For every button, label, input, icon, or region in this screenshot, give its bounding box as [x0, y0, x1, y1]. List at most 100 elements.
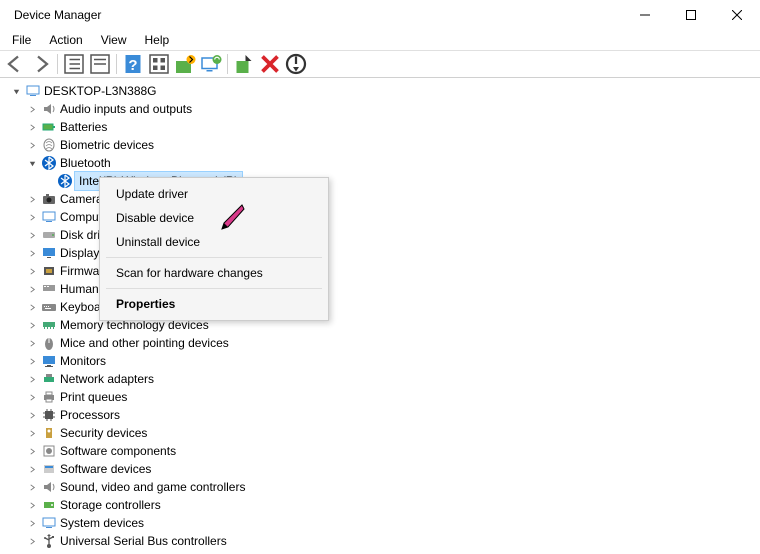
hid-icon	[40, 281, 58, 297]
chevron-right-icon[interactable]	[24, 447, 40, 456]
category-monitors[interactable]: Monitors	[2, 352, 758, 370]
memory-icon	[40, 317, 58, 333]
menu-help[interactable]: Help	[137, 31, 178, 49]
software-component-icon	[40, 443, 58, 459]
chevron-right-icon[interactable]	[24, 519, 40, 528]
forward-button[interactable]	[29, 52, 53, 76]
chevron-right-icon[interactable]	[24, 501, 40, 510]
category-biometric[interactable]: Biometric devices	[2, 136, 758, 154]
category-system[interactable]: System devices	[2, 514, 758, 532]
category-batteries[interactable]: Batteries	[2, 118, 758, 136]
chevron-right-icon[interactable]	[24, 213, 40, 222]
usb-icon	[40, 533, 58, 549]
chevron-right-icon[interactable]	[24, 231, 40, 240]
category-security[interactable]: Security devices	[2, 424, 758, 442]
enable-device-tb-button[interactable]	[232, 52, 256, 76]
category-software-devices[interactable]: Software devices	[2, 460, 758, 478]
storage-icon	[40, 497, 58, 513]
minimize-button[interactable]	[622, 0, 668, 30]
annotation-arrow-icon	[218, 203, 246, 234]
chevron-right-icon[interactable]	[24, 105, 40, 114]
chevron-right-icon[interactable]	[24, 465, 40, 474]
audio-icon	[40, 101, 58, 117]
scan-hardware-tb-button[interactable]	[199, 52, 223, 76]
chevron-right-icon[interactable]	[24, 267, 40, 276]
chevron-right-icon[interactable]	[24, 195, 40, 204]
menu-action[interactable]: Action	[41, 31, 90, 49]
node-label: Print queues	[58, 388, 129, 406]
maximize-button[interactable]	[668, 0, 714, 30]
computer-icon	[40, 209, 58, 225]
properties-tb-button[interactable]	[88, 52, 112, 76]
chevron-right-icon[interactable]	[24, 429, 40, 438]
category-software-components[interactable]: Software components	[2, 442, 758, 460]
chevron-down-icon[interactable]	[8, 87, 24, 96]
ctx-update-driver[interactable]: Update driver	[102, 182, 326, 206]
node-label: Batteries	[58, 118, 109, 136]
battery-icon	[40, 119, 58, 135]
chevron-right-icon[interactable]	[24, 375, 40, 384]
chevron-right-icon[interactable]	[24, 123, 40, 132]
bluetooth-icon	[40, 155, 58, 171]
chevron-right-icon[interactable]	[24, 303, 40, 312]
category-bluetooth[interactable]: Bluetooth	[2, 154, 758, 172]
svg-text:?: ?	[128, 57, 137, 74]
window-title: Device Manager	[14, 8, 101, 22]
category-audio[interactable]: Audio inputs and outputs	[2, 100, 758, 118]
chevron-right-icon[interactable]	[24, 141, 40, 150]
category-sound[interactable]: Sound, video and game controllers	[2, 478, 758, 496]
disable-tb-button[interactable]	[284, 52, 308, 76]
chevron-right-icon[interactable]	[24, 393, 40, 402]
node-label: Biometric devices	[58, 136, 156, 154]
category-storage[interactable]: Storage controllers	[2, 496, 758, 514]
sound-icon	[40, 479, 58, 495]
ctx-disable-device[interactable]: Disable device	[102, 206, 326, 230]
ctx-scan-hardware[interactable]: Scan for hardware changes	[102, 261, 326, 285]
keyboard-icon	[40, 299, 58, 315]
biometric-icon	[40, 137, 58, 153]
ctx-properties[interactable]: Properties	[102, 292, 326, 316]
node-label: Processors	[58, 406, 122, 424]
chevron-right-icon[interactable]	[24, 483, 40, 492]
menubar: File Action View Help	[0, 30, 760, 50]
printer-icon	[40, 389, 58, 405]
category-processors[interactable]: Processors	[2, 406, 758, 424]
category-printqueues[interactable]: Print queues	[2, 388, 758, 406]
chevron-right-icon[interactable]	[24, 411, 40, 420]
mouse-icon	[40, 335, 58, 351]
ctx-separator	[106, 257, 322, 258]
computer-icon	[24, 83, 42, 99]
menu-file[interactable]: File	[4, 31, 39, 49]
view-tb-button[interactable]	[147, 52, 171, 76]
help-tb-button[interactable]: ?	[121, 52, 145, 76]
update-driver-tb-button[interactable]	[173, 52, 197, 76]
node-label: Storage controllers	[58, 496, 163, 514]
chevron-right-icon[interactable]	[24, 285, 40, 294]
menu-view[interactable]: View	[93, 31, 135, 49]
ctx-uninstall-device[interactable]: Uninstall device	[102, 230, 326, 254]
uninstall-tb-button[interactable]	[258, 52, 282, 76]
processor-icon	[40, 407, 58, 423]
device-tree[interactable]: DESKTOP-L3N388G Audio inputs and outputs…	[0, 78, 760, 554]
node-label: Universal Serial Bus controllers	[58, 532, 229, 550]
disk-icon	[40, 227, 58, 243]
show-hide-tree-button[interactable]	[62, 52, 86, 76]
category-mice[interactable]: Mice and other pointing devices	[2, 334, 758, 352]
titlebar: Device Manager	[0, 0, 760, 30]
context-menu: Update driver Disable device Uninstall d…	[99, 177, 329, 321]
close-button[interactable]	[714, 0, 760, 30]
chevron-down-icon[interactable]	[24, 159, 40, 168]
node-label: Software devices	[58, 460, 153, 478]
chevron-right-icon[interactable]	[24, 321, 40, 330]
chevron-right-icon[interactable]	[24, 249, 40, 258]
chevron-right-icon[interactable]	[24, 357, 40, 366]
root-node[interactable]: DESKTOP-L3N388G	[2, 82, 758, 100]
node-label: Software components	[58, 442, 178, 460]
toolbar: ?	[0, 50, 760, 78]
back-button[interactable]	[3, 52, 27, 76]
category-usb[interactable]: Universal Serial Bus controllers	[2, 532, 758, 550]
category-network[interactable]: Network adapters	[2, 370, 758, 388]
chevron-right-icon[interactable]	[24, 339, 40, 348]
camera-icon	[40, 191, 58, 207]
chevron-right-icon[interactable]	[24, 537, 40, 546]
